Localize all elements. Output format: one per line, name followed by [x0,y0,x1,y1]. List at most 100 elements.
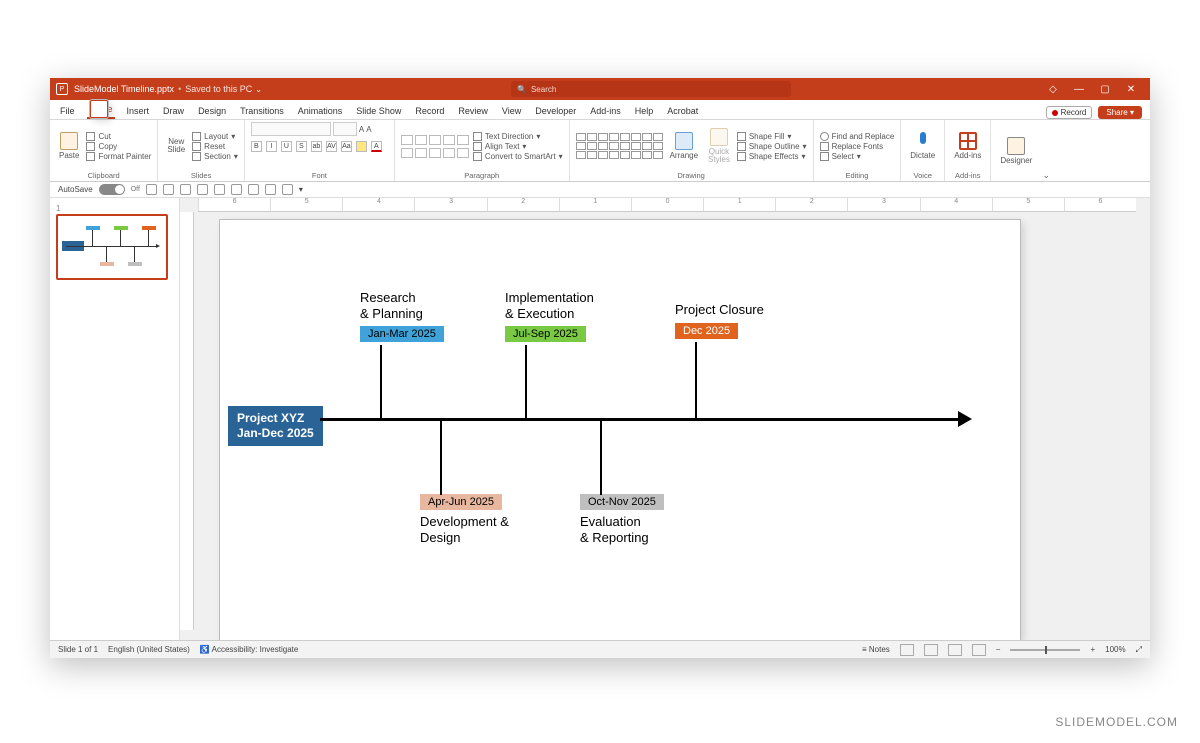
shape-gallery[interactable] [576,133,663,159]
columns-button[interactable] [457,148,469,158]
increase-font-button[interactable]: A [359,125,364,134]
case-button[interactable]: Aa [341,141,352,152]
tab-review[interactable]: Review [456,103,490,119]
format-painter-button[interactable]: Format Painter [86,152,151,161]
milestone-implementation[interactable]: Implementation & Execution Jul-Sep 2025 [505,290,594,342]
align-center-button[interactable] [415,148,427,158]
save-state[interactable]: Saved to this PC [185,84,252,94]
justify-button[interactable] [443,148,455,158]
layout-button[interactable]: Layout ▾ [192,132,238,141]
tab-slideshow[interactable]: Slide Show [354,103,403,119]
find-button[interactable]: Find and Replace [820,132,895,141]
search-input[interactable]: 🔍 Search [511,81,791,97]
minimize-button[interactable]: — [1066,84,1092,95]
tab-insert[interactable]: Insert [125,103,152,119]
spacing-button[interactable]: AV [326,141,337,152]
arrange-button[interactable]: Arrange [667,132,701,160]
collapse-ribbon-button[interactable]: ⌄ [1041,120,1051,181]
quick-styles-button[interactable]: Quick Styles [705,128,733,164]
qat-button-5[interactable] [265,184,276,195]
decrease-font-button[interactable]: A [366,125,371,134]
italic-button[interactable]: I [266,141,277,152]
milestone-closure[interactable]: Project Closure Dec 2025 [675,302,764,339]
text-direction-button[interactable]: Text Direction ▾ [473,132,563,141]
bullets-button[interactable] [401,135,413,145]
indent-dec-button[interactable] [429,135,441,145]
addins-button[interactable]: Add-ins [951,132,984,160]
qat-button-4[interactable] [248,184,259,195]
save-button[interactable] [146,184,157,195]
slide-position[interactable]: Slide 1 of 1 [58,645,98,654]
tab-acrobat[interactable]: Acrobat [665,103,700,119]
smartart-button[interactable]: Convert to SmartArt ▾ [473,152,563,161]
align-text-button[interactable]: Align Text ▾ [473,142,563,151]
normal-view-button[interactable] [900,644,914,656]
fit-button[interactable]: ⤢ [1136,645,1142,655]
font-size-input[interactable] [333,122,357,136]
qat-button-2[interactable] [214,184,225,195]
zoom-level[interactable]: 100% [1105,645,1125,654]
select-button[interactable]: Select ▾ [820,152,895,161]
dictate-button[interactable]: Dictate [907,132,938,160]
shape-outline-button[interactable]: Shape Outline ▾ [737,142,807,151]
qat-button-3[interactable] [231,184,242,195]
tab-design[interactable]: Design [196,103,228,119]
reading-view-button[interactable] [948,644,962,656]
reset-button[interactable]: Reset [192,142,238,151]
tab-animations[interactable]: Animations [296,103,345,119]
slide-canvas[interactable]: Project XYZ Jan-Dec 2025 Research & Plan… [220,220,1020,640]
close-button[interactable]: ✕ [1118,84,1144,95]
undo-button[interactable] [163,184,174,195]
tab-addins[interactable]: Add-ins [588,103,623,119]
underline-button[interactable]: U [281,141,292,152]
qat-button-1[interactable] [197,184,208,195]
bold-button[interactable]: B [251,141,262,152]
tab-record[interactable]: Record [413,103,446,119]
notes-button[interactable]: ≡ Notes [862,645,890,654]
new-slide-button[interactable]: New Slide [164,138,188,154]
font-color-button[interactable]: A [371,141,382,152]
sorter-view-button[interactable] [924,644,938,656]
tab-view[interactable]: View [500,103,523,119]
section-button[interactable]: Section ▾ [192,152,238,161]
redo-button[interactable] [180,184,191,195]
paste-button[interactable]: Paste [56,132,82,160]
slideshow-view-button[interactable] [972,644,986,656]
slide-thumbnail[interactable] [56,214,168,280]
font-family-input[interactable] [251,122,331,136]
tab-draw[interactable]: Draw [161,103,186,119]
milestone-research[interactable]: Research & Planning Jan-Mar 2025 [360,290,444,342]
cut-button[interactable]: Cut [86,132,151,141]
zoom-out-button[interactable]: − [996,645,1001,654]
zoom-in-button[interactable]: + [1090,645,1095,654]
designer-button[interactable]: Designer [997,137,1035,165]
shape-fill-button[interactable]: Shape Fill ▾ [737,132,807,141]
shape-effects-button[interactable]: Shape Effects ▾ [737,152,807,161]
canvas-area[interactable]: 6543210123456 Project XYZ Jan-Dec 2025 R… [180,198,1150,640]
milestone-development[interactable]: Apr-Jun 2025 Development & Design [420,420,509,545]
qat-button-6[interactable] [282,184,293,195]
highlight-button[interactable] [356,141,367,152]
line-spacing-button[interactable] [457,135,469,145]
tab-help[interactable]: Help [633,103,656,119]
project-title-box[interactable]: Project XYZ Jan-Dec 2025 [228,406,323,446]
indent-inc-button[interactable] [443,135,455,145]
strike-button[interactable]: S [296,141,307,152]
maximize-button[interactable]: ▢ [1092,84,1118,95]
ribbon-mode-icon[interactable]: ◇ [1040,84,1066,95]
record-button[interactable]: Record [1046,106,1093,119]
replace-button[interactable]: Replace Fonts [820,142,895,151]
tab-developer[interactable]: Developer [533,103,578,119]
align-right-button[interactable] [429,148,441,158]
copy-button[interactable]: Copy [86,142,151,151]
language-button[interactable]: English (United States) [108,645,190,654]
share-button[interactable]: Share ▾ [1098,106,1142,119]
numbering-button[interactable] [415,135,427,145]
milestone-evaluation[interactable]: Oct-Nov 2025 Evaluation & Reporting [580,420,664,545]
align-left-button[interactable] [401,148,413,158]
zoom-slider[interactable] [1010,649,1080,651]
tab-file[interactable]: File [58,103,77,119]
shadow-button[interactable]: ab [311,141,322,152]
autosave-toggle[interactable] [99,184,125,195]
accessibility-button[interactable]: ♿ Accessibility: Investigate [200,645,298,654]
